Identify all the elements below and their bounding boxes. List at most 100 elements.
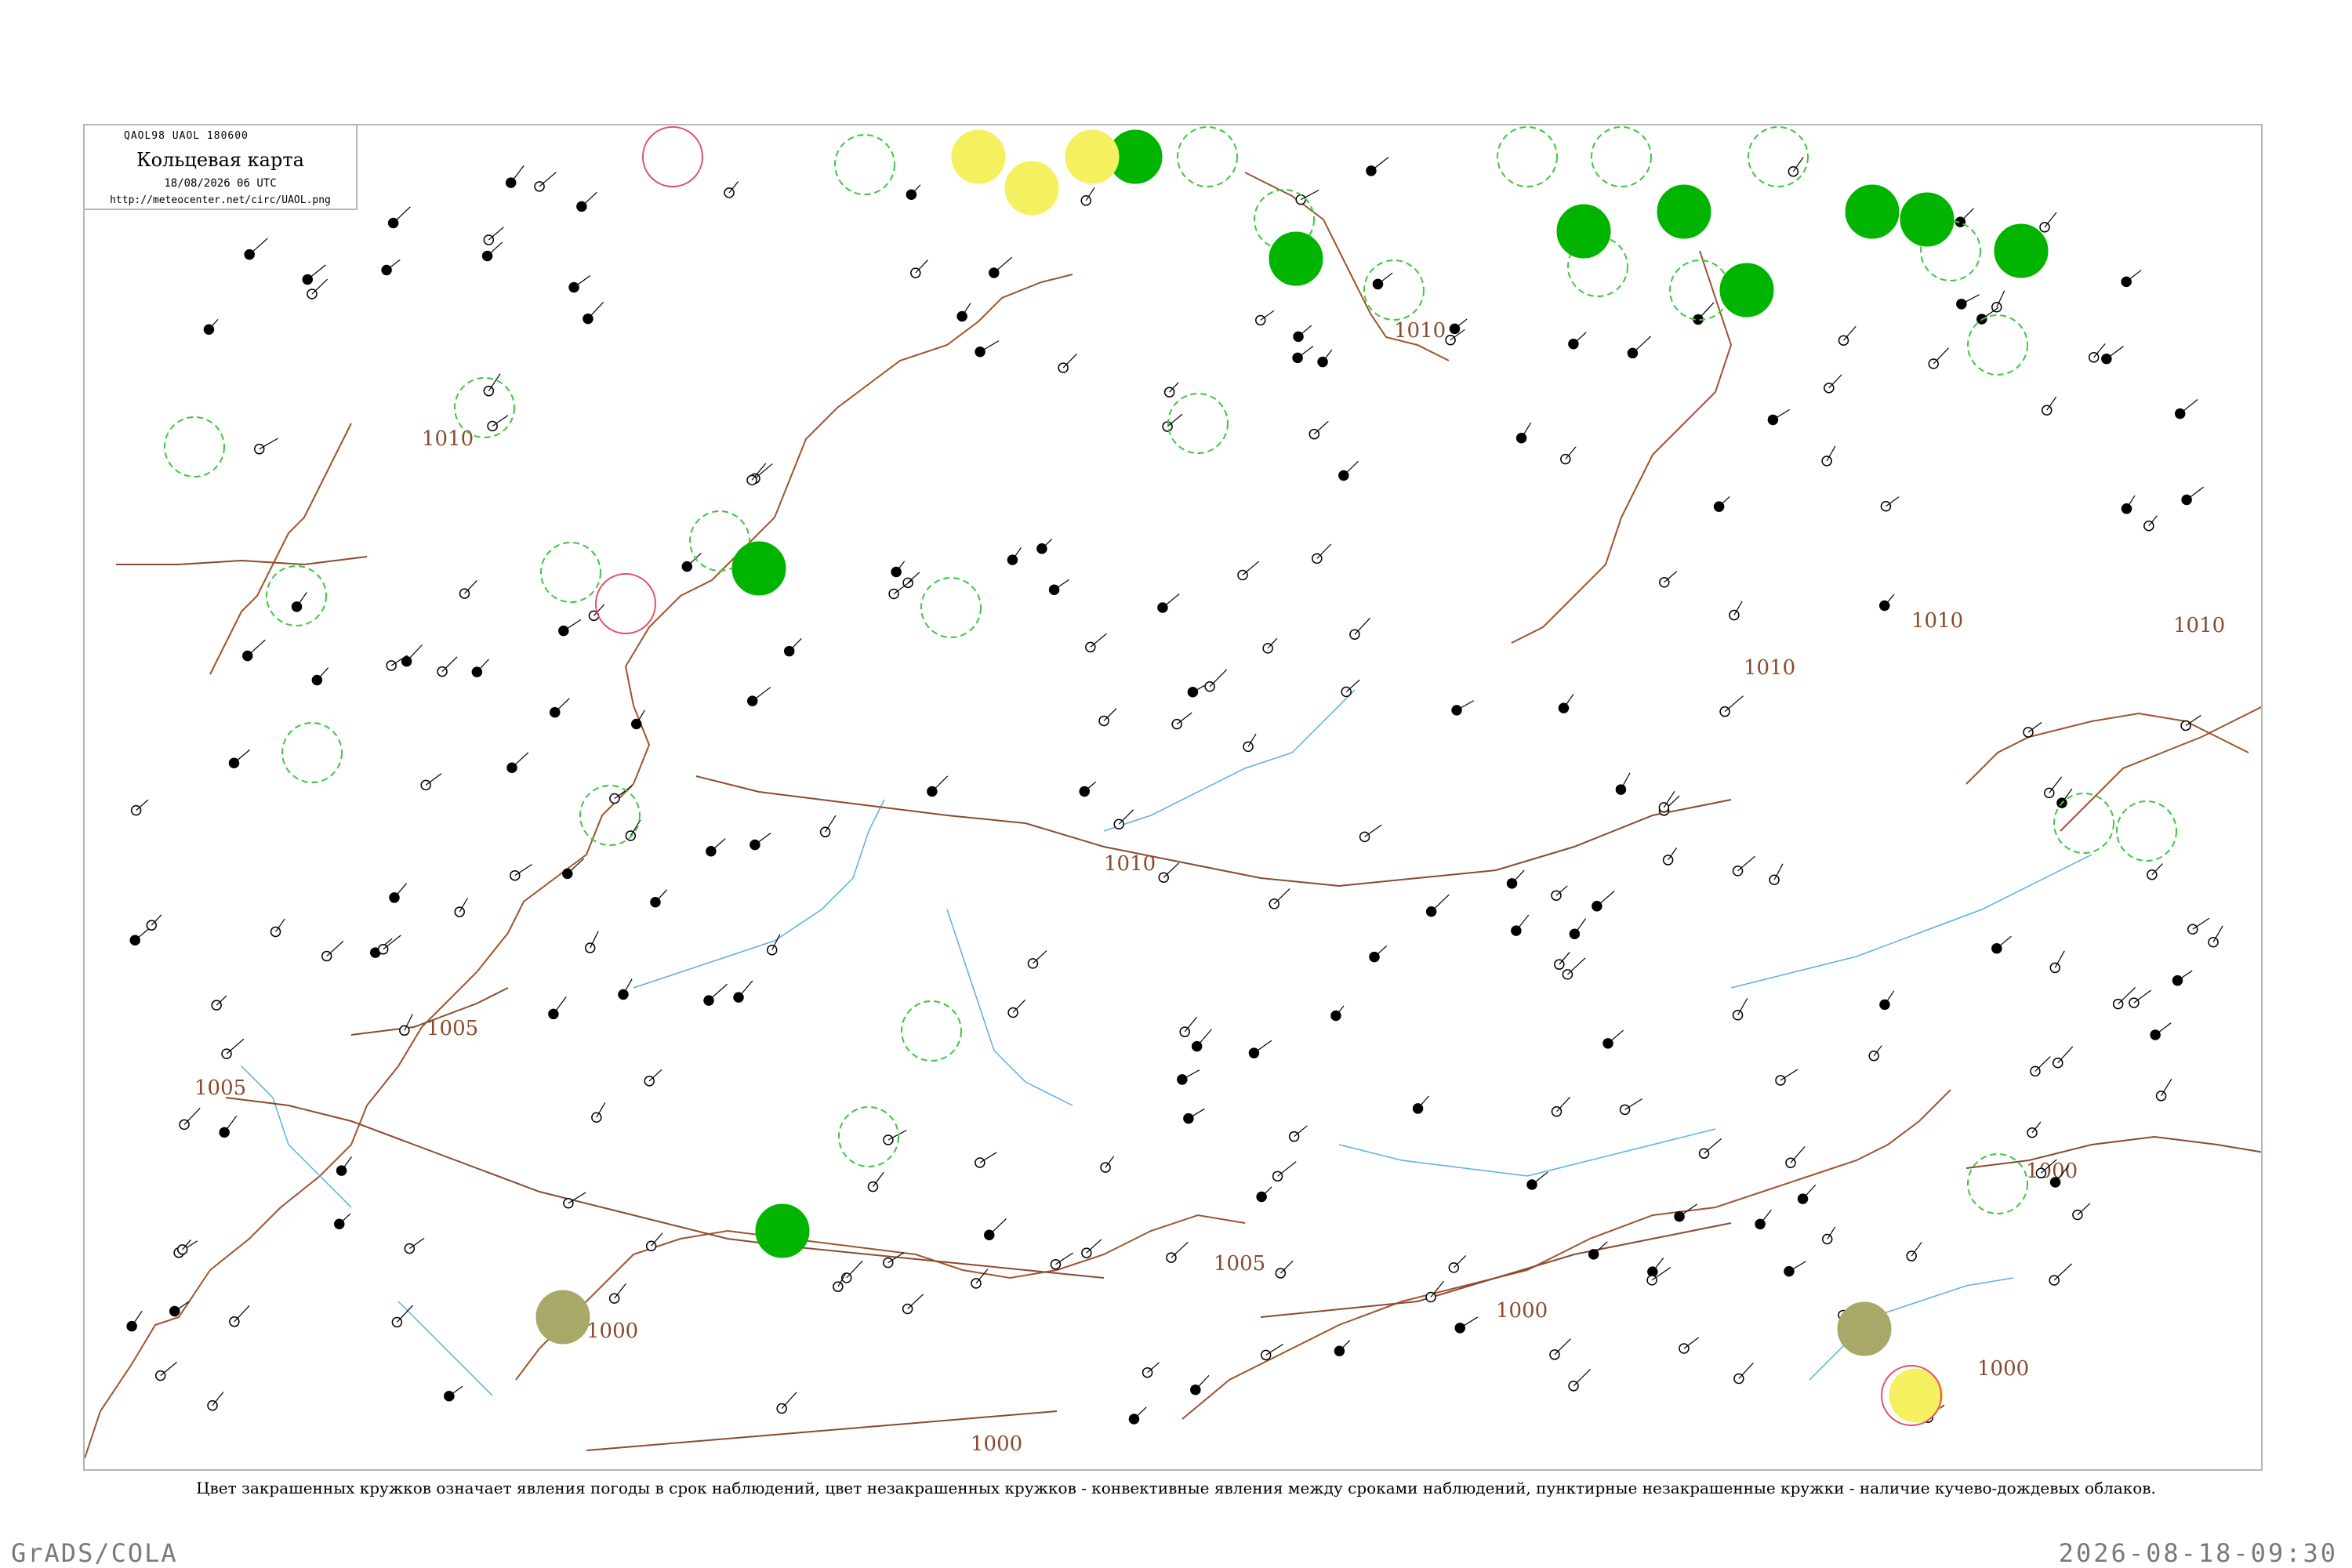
cumulonimbus-marker xyxy=(1967,314,2028,376)
haze-marker xyxy=(535,1290,590,1345)
wind-barb xyxy=(1184,1016,1198,1033)
cumulonimbus-marker xyxy=(834,134,895,195)
wind-barb xyxy=(887,1130,907,1141)
wind-barb xyxy=(1996,935,2012,949)
cumulonimbus-marker xyxy=(1177,126,1238,187)
wind-barb xyxy=(1759,1209,1772,1225)
wind-barb xyxy=(2106,346,2124,360)
wind-barb xyxy=(1374,946,1388,958)
wind-barb xyxy=(1086,1239,1102,1254)
wind-barb xyxy=(408,1237,425,1249)
wind-barb xyxy=(2185,714,2201,726)
isobar-label: 1010 xyxy=(1744,656,1795,680)
wind-barb xyxy=(630,819,641,837)
wind-barb xyxy=(1297,346,1314,358)
isobar-label: 1010 xyxy=(1394,319,1446,343)
wind-barb xyxy=(1554,1338,1571,1356)
haze-marker xyxy=(1837,1301,1892,1356)
cumulonimbus-marker xyxy=(164,416,225,477)
wind-barb xyxy=(907,1294,924,1309)
wind-barb xyxy=(488,227,504,241)
wind-barb xyxy=(183,1108,201,1125)
wind-barb xyxy=(1652,1258,1664,1272)
precipitation-marker xyxy=(755,1203,810,1258)
wind-barb xyxy=(655,889,668,903)
wind-barb xyxy=(1364,824,1382,837)
station-circle xyxy=(2121,503,2132,514)
map-title-box: QAOL98 UAOL 180600 Кольцевая карта 18/08… xyxy=(83,124,358,210)
wind-barb xyxy=(738,980,753,998)
wind-barb xyxy=(2077,1203,2091,1215)
wind-barb xyxy=(1565,446,1577,460)
station-circle xyxy=(219,1127,230,1138)
wind-barb xyxy=(846,1260,863,1279)
wind-barb xyxy=(1456,700,1475,711)
wind-barb xyxy=(1792,157,1804,172)
wind-barb xyxy=(488,373,501,392)
precipitation-marker xyxy=(1556,204,1611,259)
wind-barb xyxy=(2054,950,2065,968)
wind-barb xyxy=(1313,420,1329,435)
map-url[interactable]: http://meteocenter.net/circ/UAOL.png xyxy=(85,194,356,206)
wind-barb xyxy=(1176,712,1192,725)
cumulonimbus-marker xyxy=(540,542,601,603)
wind-barb xyxy=(979,1152,997,1163)
cumulonimbus-marker xyxy=(2053,793,2114,854)
wind-barb xyxy=(2177,970,2193,982)
wind-barb xyxy=(1596,891,1615,907)
wind-barb xyxy=(2161,1078,2172,1097)
wind-barb xyxy=(1556,1096,1571,1112)
wind-barb xyxy=(2044,212,2057,228)
wind-barb xyxy=(1370,157,1389,172)
isobar-label: 1000 xyxy=(1977,1357,2029,1381)
map-title: Кольцевая карта xyxy=(136,149,304,171)
wind-barb xyxy=(614,1283,626,1299)
isobar-label: 1005 xyxy=(1214,1252,1265,1276)
station-circle xyxy=(1788,166,1799,177)
wind-barb xyxy=(2034,1056,2051,1072)
wind-barb xyxy=(249,238,268,256)
cumulonimbus-marker xyxy=(1497,126,1558,187)
wind-barb xyxy=(2212,925,2223,943)
isobar-label: 1000 xyxy=(971,1432,1022,1456)
station-circle xyxy=(1515,433,1527,444)
wind-barb xyxy=(1171,1242,1189,1258)
station-plots xyxy=(126,126,2223,1426)
wind-barb xyxy=(136,799,149,811)
wind-barb xyxy=(1624,1098,1642,1110)
wind-barb xyxy=(573,275,591,288)
station-circle xyxy=(2041,405,2053,416)
wind-barb xyxy=(1162,593,1180,608)
wind-barb xyxy=(2057,1046,2074,1064)
wind-barb xyxy=(1012,999,1026,1013)
wind-barb xyxy=(510,165,524,183)
wind-barb xyxy=(1343,460,1359,476)
wind-barb xyxy=(1737,855,1755,872)
wind-barb xyxy=(1780,1069,1798,1081)
wind-barb xyxy=(160,1362,177,1377)
wind-barb xyxy=(2180,399,2198,415)
wind-barb xyxy=(2053,1263,2072,1281)
wind-barb xyxy=(311,278,328,295)
wind-barb xyxy=(1802,1184,1817,1200)
wind-barb xyxy=(1961,294,1980,305)
wind-barb xyxy=(1196,1029,1212,1047)
wind-barb xyxy=(1567,957,1586,975)
map-area: 1010 1010 1010 1010 1010 1010 1005 1005 … xyxy=(83,124,2263,1471)
fog-marker xyxy=(1065,129,1120,184)
wind-barb xyxy=(563,619,582,632)
precipitation-marker xyxy=(1845,184,1900,239)
wind-barb xyxy=(1788,1261,1806,1272)
wind-barb xyxy=(1354,617,1370,635)
station-circle xyxy=(381,264,392,276)
isobar-label: 1010 xyxy=(1911,609,1963,633)
wind-barb xyxy=(581,191,597,207)
wind-barb xyxy=(1277,1161,1297,1177)
cumulonimbus-marker xyxy=(266,565,327,626)
wind-barb xyxy=(2186,486,2204,500)
wind-barb xyxy=(2192,917,2210,930)
wind-barb xyxy=(2151,863,2164,876)
wind-barb xyxy=(781,1392,797,1409)
wind-barb xyxy=(1459,1316,1479,1329)
wind-barb xyxy=(131,1311,143,1327)
